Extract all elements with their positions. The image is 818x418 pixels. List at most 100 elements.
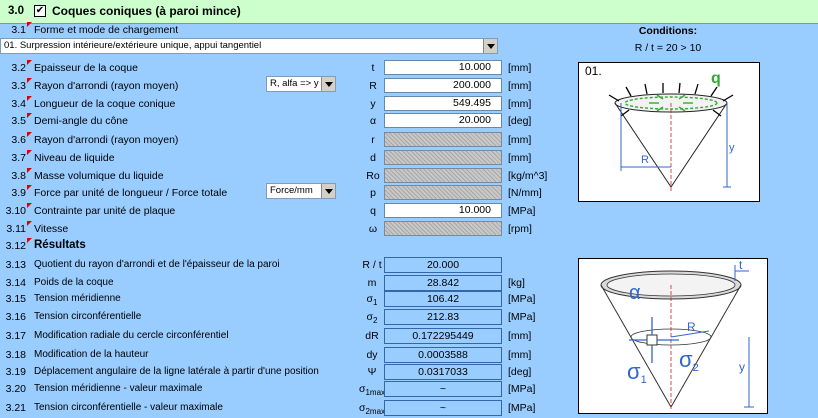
input-field[interactable]: 10.000 — [384, 60, 502, 75]
conditions-text: R / t = 20 > 10 — [634, 42, 702, 54]
input-label: Rayon d'arrondi (rayon moyen) — [34, 134, 179, 146]
input-field-disabled — [384, 221, 502, 236]
comment-marker — [27, 203, 32, 208]
row-number: 3.12 — [5, 240, 26, 252]
result-value: ~ — [384, 400, 502, 416]
comment-marker — [27, 132, 32, 137]
result-unit: [mm] — [508, 349, 532, 361]
comment-marker — [27, 238, 32, 243]
input-label: Rayon d'arrondi (rayon moyen) — [34, 80, 179, 92]
result-unit: [MPa] — [508, 402, 536, 414]
result-value: 106.42 — [384, 291, 502, 307]
input-label: Longueur de la coque conique — [34, 98, 176, 110]
input-field[interactable]: 10.000 — [384, 203, 502, 218]
result-value: 212.83 — [384, 309, 502, 325]
input-label: Vitesse — [34, 223, 69, 235]
result-unit: [mm] — [508, 330, 532, 342]
input-field-disabled — [384, 185, 502, 200]
result-value: ~ — [384, 381, 502, 397]
comment-marker — [27, 150, 32, 155]
result-value: 0.0317033 — [384, 364, 502, 380]
row-number: 3.16 — [5, 311, 26, 323]
figure-cone-loading: 01. q R y — [578, 62, 760, 202]
load-type-select[interactable]: 01. Surpression intérieure/extérieure un… — [0, 38, 498, 54]
result-label: Modification de la hauteur — [34, 349, 149, 360]
conditions-title: Conditions: — [638, 25, 698, 37]
input-unit: [mm] — [508, 62, 532, 74]
section-number: 3.0 — [8, 5, 24, 17]
row-number: 3.20 — [5, 383, 26, 395]
chevron-down-icon[interactable] — [483, 39, 497, 53]
result-label: Modification radiale du cercle circonfér… — [34, 330, 229, 341]
chevron-down-icon[interactable] — [321, 77, 335, 91]
input-unit: [N/mm] — [508, 187, 542, 199]
result-unit: [MPa] — [508, 293, 536, 305]
input-field-disabled — [384, 150, 502, 165]
input-unit: [kg/m^3] — [508, 170, 548, 182]
result-label: Tension circonférentielle — [34, 311, 142, 322]
input-unit: [mm] — [508, 98, 532, 110]
row-number: 3.11 — [6, 223, 26, 235]
r-label: R — [687, 320, 696, 334]
input-unit: [rpm] — [508, 223, 532, 235]
input-label: Force par unité de longueur / Force tota… — [34, 187, 228, 199]
result-symbol-main: Ψ — [367, 366, 377, 378]
row-number: 3.3 — [11, 80, 26, 92]
result-value: 28.842 — [384, 275, 502, 291]
cone-stress-diagram: t α R σ1 σ2 y — [600, 258, 754, 409]
q-label: q — [711, 70, 721, 87]
section-header: 3.0 ✔ Coques coniques (à paroi mince) — [0, 0, 818, 24]
chevron-down-icon[interactable] — [321, 184, 335, 198]
row-number: 3.13 — [5, 259, 26, 271]
row-number: 3.7 — [11, 152, 26, 164]
radius-mode-select[interactable]: R, alfa => y — [266, 76, 336, 92]
row-number: 3.1 — [11, 24, 26, 36]
comment-marker — [27, 22, 32, 27]
comment-marker — [27, 78, 32, 83]
row-number: 3.10 — [5, 205, 26, 217]
alpha-label: α — [629, 282, 641, 304]
input-label: Epaisseur de la coque — [34, 62, 138, 74]
result-label: Tension méridienne - valeur maximale — [34, 383, 203, 394]
result-symbol-main: dR — [365, 330, 379, 342]
load-type-value: 01. Surpression intérieure/extérieure un… — [4, 40, 262, 51]
input-field[interactable]: 200.000 — [384, 78, 502, 93]
result-symbol-sub: 2max — [365, 407, 386, 417]
result-label: Quotient du rayon d'arrondi et de l'épai… — [34, 259, 280, 270]
input-label: Contrainte par unité de plaque — [34, 205, 176, 217]
force-mode-value: Force/mm — [270, 185, 313, 196]
input-field[interactable]: 549.495 — [384, 96, 502, 111]
comment-marker — [27, 96, 32, 101]
section-checkbox[interactable]: ✔ — [34, 5, 46, 17]
result-unit: [kg] — [508, 277, 525, 289]
row-number: 3.19 — [5, 366, 26, 378]
input-unit: [mm] — [508, 134, 532, 146]
result-unit: [MPa] — [508, 311, 536, 323]
t-label: t — [739, 259, 743, 272]
y-label: y — [729, 142, 735, 154]
row-number: 3.4 — [11, 98, 26, 110]
force-mode-select[interactable]: Force/mm — [266, 183, 336, 199]
result-value: 0.172295449 — [384, 328, 502, 344]
input-unit: [MPa] — [508, 205, 536, 217]
row-number: 3.6 — [11, 134, 26, 146]
load-label: Forme et mode de chargement — [34, 24, 179, 36]
input-field[interactable]: 20.000 — [384, 113, 502, 128]
comment-marker — [27, 185, 32, 190]
result-unit: [deg] — [508, 366, 532, 378]
radius-mode-value: R, alfa => y — [270, 78, 319, 89]
comment-marker — [27, 168, 32, 173]
row-number: 3.14 — [5, 277, 26, 289]
input-unit: [mm] — [508, 152, 532, 164]
result-label: Tension méridienne — [34, 293, 121, 304]
input-label: Demi-angle du cône — [34, 115, 128, 127]
result-unit: [MPa] — [508, 383, 536, 395]
row-number: 3.5 — [11, 115, 26, 127]
figure-label: 01. — [585, 64, 602, 78]
input-label: Masse volumique du liquide — [34, 170, 164, 182]
y-label: y — [739, 360, 745, 374]
comment-marker — [27, 60, 32, 65]
result-value: 20.000 — [384, 257, 502, 273]
row-number: 3.8 — [11, 170, 26, 182]
results-title: Résultats — [34, 239, 86, 251]
